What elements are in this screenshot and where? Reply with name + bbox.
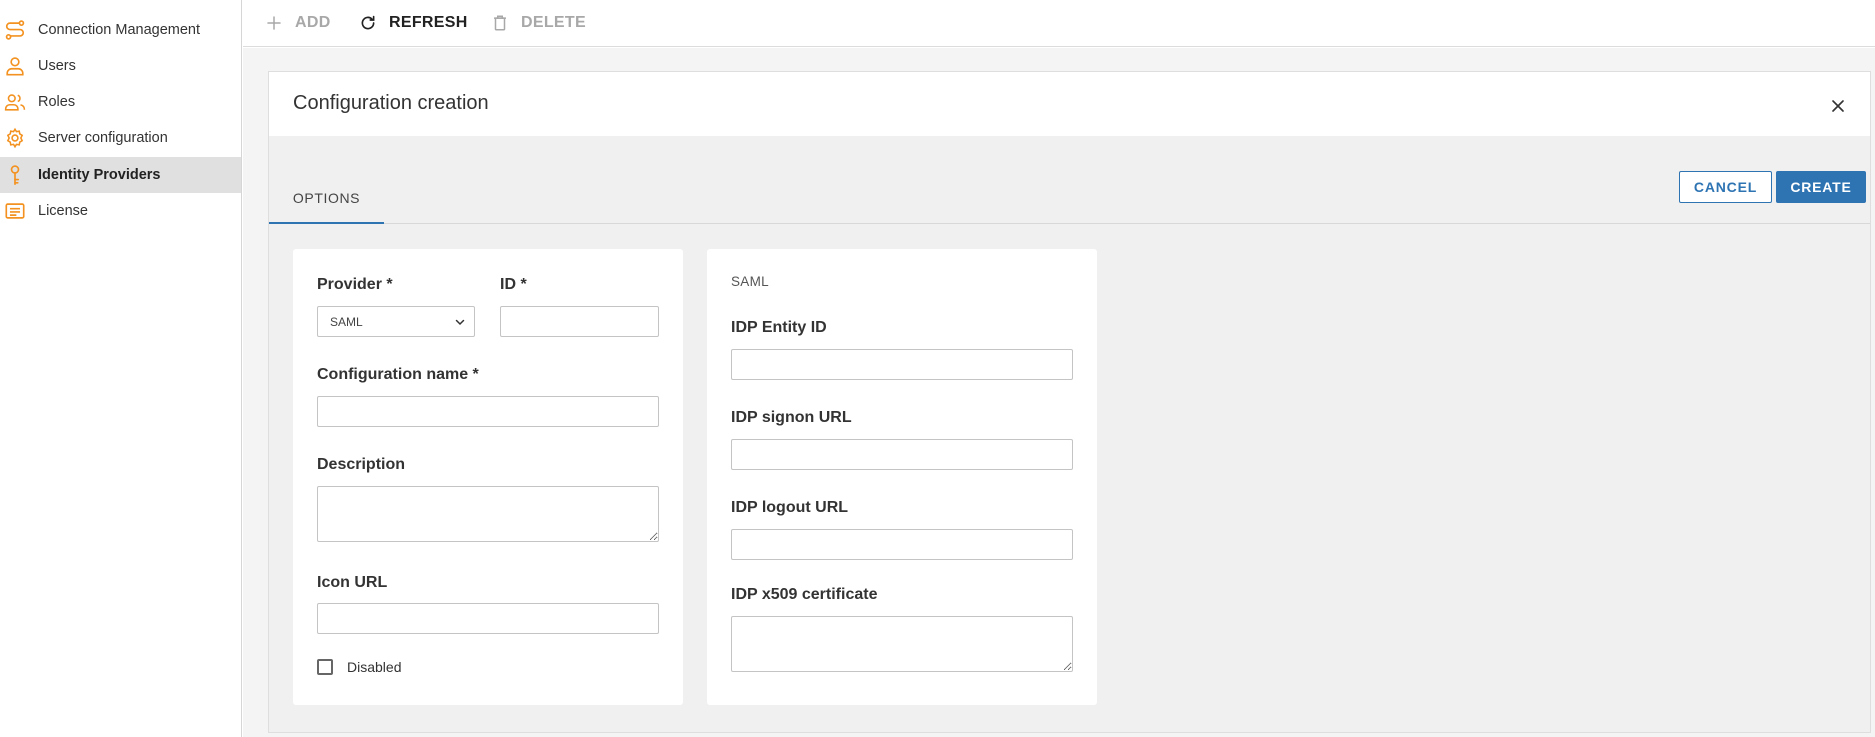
toolbar: ADD REFRESH DELETE — [243, 0, 1875, 47]
idp-entity-id-label: IDP Entity ID — [731, 319, 827, 336]
id-label: ID * — [500, 276, 527, 293]
gear-icon — [4, 127, 26, 149]
provider-select-value: SAML — [330, 314, 363, 329]
icon-url-input[interactable] — [317, 603, 659, 634]
configuration-name-field[interactable] — [317, 396, 659, 427]
route-icon — [4, 19, 26, 41]
sidebar-item-label: Identity Providers — [38, 167, 161, 183]
sidebar-item-server-configuration[interactable]: Server configuration — [0, 120, 241, 156]
cancel-button[interactable]: CANCEL — [1679, 171, 1772, 203]
sidebar-item-license[interactable]: License — [0, 193, 241, 229]
sidebar-item-label: Connection Management — [38, 22, 201, 38]
refresh-button[interactable]: REFRESH — [359, 0, 468, 45]
delete-button[interactable]: DELETE — [491, 0, 586, 45]
description-field[interactable] — [317, 486, 659, 542]
idp-signon-url-label: IDP signon URL — [731, 409, 852, 426]
license-icon — [4, 200, 26, 222]
disabled-checkbox[interactable] — [317, 659, 333, 675]
disabled-checkbox-row[interactable]: Disabled — [317, 659, 401, 675]
icon-url-label: Icon URL — [317, 574, 388, 591]
idp-logout-url-label: IDP logout URL — [731, 499, 849, 516]
trash-icon — [494, 15, 506, 30]
user-icon — [4, 55, 26, 77]
users-icon — [4, 91, 26, 113]
tab-options[interactable]: OPTIONS — [269, 136, 384, 224]
chevron-down-icon — [455, 319, 465, 326]
add-button[interactable]: ADD — [265, 0, 331, 45]
description-label: Description — [317, 456, 406, 473]
provider-select[interactable]: SAML — [317, 306, 475, 337]
id-field[interactable] — [500, 306, 659, 337]
sidebar-item-users[interactable]: Users — [0, 48, 241, 84]
sidebar-item-label: Users — [38, 58, 76, 74]
general-options-card: Provider * SAML ID * Configuration name … — [293, 249, 683, 705]
key-icon — [4, 164, 26, 186]
sidebar-item-roles[interactable]: Roles — [0, 84, 241, 120]
provider-label: Provider * — [317, 276, 393, 293]
idp-x509-certificate-field[interactable] — [731, 616, 1073, 672]
configuration-name-label: Configuration name * — [317, 366, 479, 383]
dialog-title: Configuration creation — [293, 92, 489, 114]
tab-bar: OPTIONS — [269, 136, 1870, 224]
plus-icon — [267, 15, 281, 30]
disabled-label: Disabled — [347, 659, 402, 675]
close-icon[interactable] — [1828, 96, 1848, 116]
sidebar: Connection Management Users Roles Server… — [0, 0, 242, 737]
sidebar-item-label: License — [38, 203, 88, 219]
idp-logout-url-field[interactable] — [731, 529, 1073, 560]
sidebar-item-identity-providers[interactable]: Identity Providers — [0, 157, 241, 193]
idp-entity-id-field[interactable] — [731, 349, 1073, 380]
refresh-icon — [361, 15, 375, 29]
sidebar-item-label: Roles — [38, 94, 76, 110]
dialog-header: Configuration creation — [269, 72, 1870, 136]
sidebar-item-label: Server configuration — [38, 130, 168, 146]
sidebar-item-connection-management[interactable]: Connection Management — [0, 12, 241, 48]
idp-signon-url-field[interactable] — [731, 439, 1073, 470]
create-button[interactable]: CREATE — [1776, 171, 1866, 203]
saml-section-title: SAML — [731, 274, 769, 289]
